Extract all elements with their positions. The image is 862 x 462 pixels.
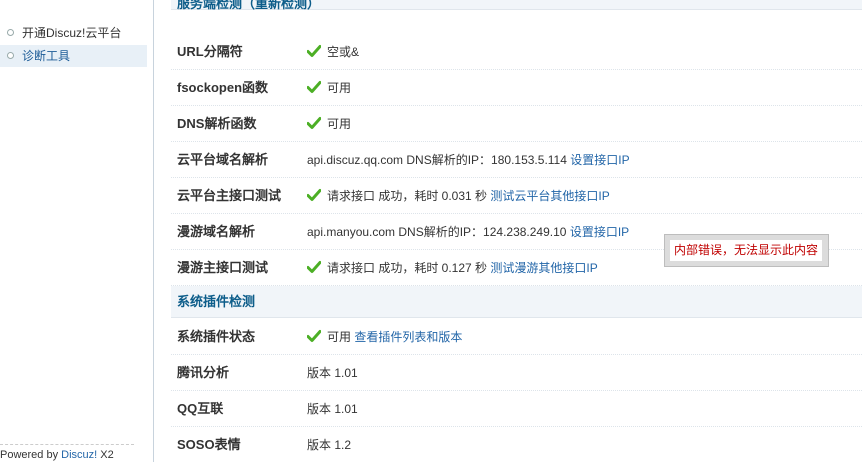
table-row: 系统插件状态 可用 查看插件列表和版本 [171,319,862,355]
table-row: QQ互联 版本 1.01 [171,391,862,427]
row-label: 漫游主接口测试 [177,260,269,275]
row-value: 版本 1.01 [307,366,358,380]
table-row: DNS解析函数 可用 [171,106,862,142]
row-label: DNS解析函数 [177,116,257,131]
row-label: 云平台域名解析 [177,152,269,167]
table-row: SOSO表情 版本 1.2 [171,427,862,462]
set-api-ip-link[interactable]: 设置接口IP [570,153,629,167]
row-label: URL分隔符 [177,44,243,59]
sidebar: 开通Discuz!云平台 诊断工具 Powered by Discuz! X2 [0,0,147,462]
check-icon [307,189,321,201]
error-tooltip: 内部错误，无法显示此内容 [664,234,829,267]
row-label: QQ互联 [177,401,224,416]
row-label: 云平台主接口测试 [177,188,282,203]
row-value: 版本 1.2 [307,438,352,452]
table-row: 云平台域名解析 api.discuz.qq.com DNS解析的IP：180.1… [171,142,862,178]
sidebar-divider-line [153,0,154,462]
row-label: fsockopen函数 [177,80,269,95]
row-label: SOSO表情 [177,437,241,452]
section-header-plugin-check: 系统插件检测 [171,286,862,318]
check-icon [307,117,321,129]
set-api-ip-link[interactable]: 设置接口IP [570,225,629,239]
main-content: 服务端检测（重新检测） URL分隔符 空或& fsockopen函数 可用 DN… [171,0,862,462]
bullet-icon [7,52,14,59]
row-value: api.discuz.qq.com DNS解析的IP：180.153.5.114… [307,153,630,167]
sidebar-item-label: 开通Discuz!云平台 [22,26,122,40]
section-title: 系统插件检测 [177,294,256,309]
table-row: fsockopen函数 可用 [171,70,862,106]
test-cloud-api-link[interactable]: 测试云平台其他接口IP [490,189,609,203]
bullet-icon [7,29,14,36]
discuz-link[interactable]: Discuz! [61,449,97,461]
view-plugin-list-link[interactable]: 查看插件列表和版本 [354,330,462,344]
section-title: 服务端检测（重新检测） [177,0,321,11]
table-row: URL分隔符 空或& [171,34,862,70]
row-label: 系统插件状态 [177,329,256,344]
powered-by: Powered by Discuz! X2 [0,449,114,461]
sidebar-divider [0,444,134,445]
check-icon [307,330,321,342]
error-message: 内部错误，无法显示此内容 [670,240,823,261]
row-label: 漫游域名解析 [177,224,256,239]
check-icon [307,261,321,273]
test-manyou-api-link[interactable]: 测试漫游其他接口IP [490,261,597,275]
table-row: 云平台主接口测试 请求接口 成功，耗时 0.031 秒 测试云平台其他接口IP [171,178,862,214]
check-icon [307,45,321,57]
section-header-server-check: 服务端检测（重新检测） [171,0,862,11]
row-value: api.manyou.com DNS解析的IP：124.238.249.10 设… [307,225,630,239]
sidebar-item-diagnostics[interactable]: 诊断工具 [0,45,147,67]
row-value: 可用 [307,70,351,106]
row-value: 空或& [307,34,359,70]
sidebar-item-cloud-platform[interactable]: 开通Discuz!云平台 [0,22,147,44]
row-value: 可用 查看插件列表和版本 [307,319,462,355]
table-row: 腾讯分析 版本 1.01 [171,355,862,391]
row-value: 版本 1.01 [307,402,358,416]
sidebar-item-label: 诊断工具 [22,49,71,63]
row-value: 请求接口 成功，耗时 0.127 秒 测试漫游其他接口IP [307,250,598,286]
row-value: 请求接口 成功，耗时 0.031 秒 测试云平台其他接口IP [307,178,610,214]
row-label: 腾讯分析 [177,365,230,380]
row-value: 可用 [307,106,351,142]
check-icon [307,81,321,93]
